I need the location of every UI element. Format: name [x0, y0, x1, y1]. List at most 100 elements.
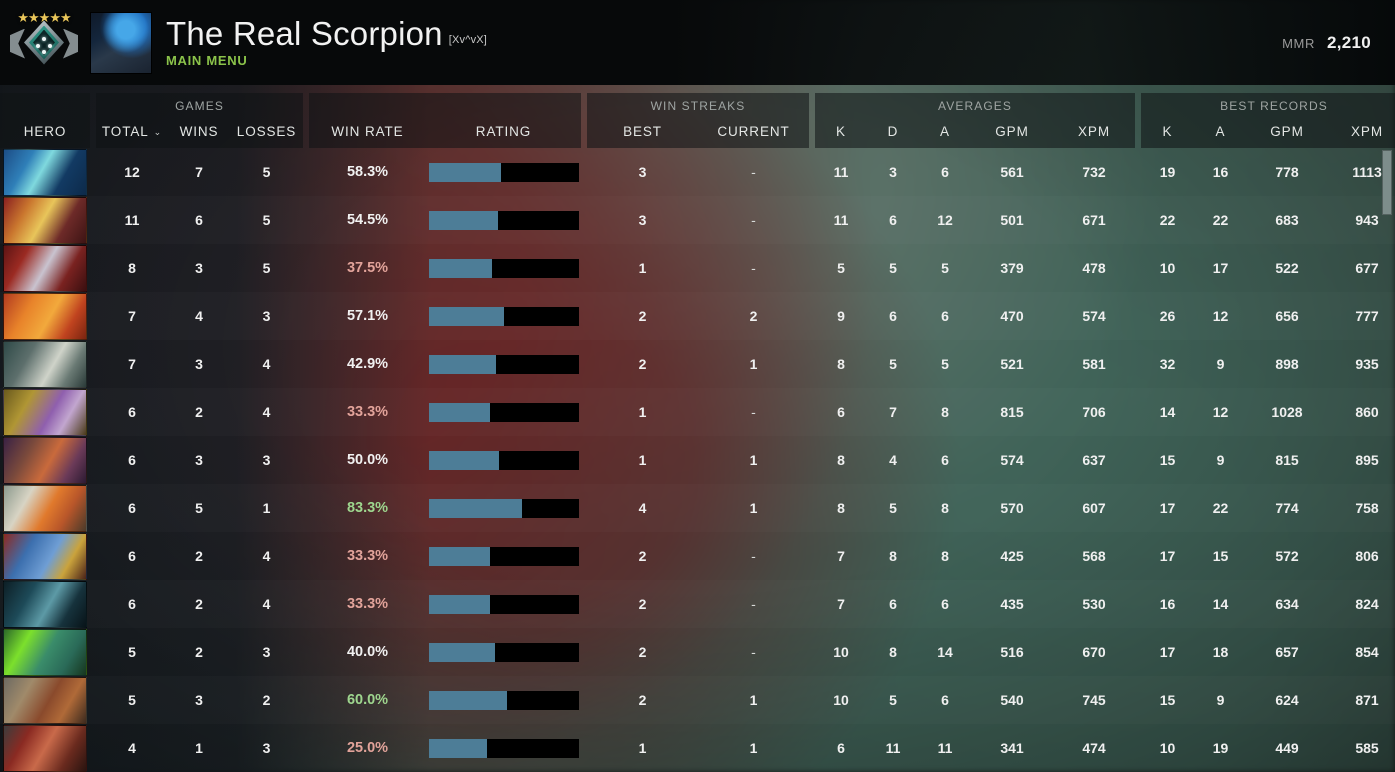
cell-best-k: 16: [1159, 596, 1176, 612]
table-row[interactable]: 12 7 5 58.3% 3-11 3 6 561 732 19 16 778 1113: [0, 148, 1395, 196]
group-title-best-records: BEST RECORDS: [1220, 99, 1328, 113]
hero-portrait-cell[interactable]: [0, 532, 90, 580]
group-title-win-streaks: WIN STREAKS: [650, 99, 746, 113]
table-row[interactable]: 6 2 4 33.3% 2-7 8 8 425 568 17 15 572 806: [0, 532, 1395, 580]
rating-bar-fill: [428, 498, 522, 518]
column-header-hero[interactable]: HERO: [0, 124, 90, 139]
rating-bar-fill: [428, 162, 501, 182]
cell-best-a: 9: [1216, 356, 1225, 372]
hero-portrait-anti-mage[interactable]: [3, 436, 87, 484]
cell-best-gpm: 656: [1275, 308, 1299, 324]
hero-portrait-cell[interactable]: [0, 388, 90, 436]
cell-total: 6: [128, 452, 136, 468]
cell-avg-k: 8: [837, 452, 845, 468]
cell-win-rate: 40.0%: [346, 644, 389, 660]
rank-pip: [48, 43, 52, 48]
hero-portrait-cell[interactable]: [0, 148, 90, 196]
table-row[interactable]: 5 2 3 40.0% 2-10 8 14 516 670 17 18 657 854: [0, 628, 1395, 676]
column-header-avg-gpm[interactable]: GPM: [971, 124, 1053, 139]
rating-bar-fill: [428, 402, 490, 422]
cell-avg-xpm: 474: [1082, 740, 1106, 756]
cell-avg-xpm: 745: [1082, 692, 1106, 708]
cell-avg-a: 14: [937, 644, 953, 660]
table-row[interactable]: 7 4 3 57.1% 2 2 9 6 6 470 574 26 12 656 777: [0, 292, 1395, 340]
hero-portrait-phantom-assassin[interactable]: [3, 580, 87, 628]
column-header-best-gpm[interactable]: GPM: [1247, 124, 1327, 139]
column-header-avg-a[interactable]: A: [919, 124, 971, 139]
hero-portrait-queen-of-pain[interactable]: [3, 244, 87, 292]
column-header-best-k[interactable]: K: [1141, 124, 1194, 139]
column-header-win-rate[interactable]: WIN RATE: [309, 124, 426, 139]
table-row[interactable]: 6 5 1 83.3% 4 1 8 5 8 570 607 17 22 774 758: [0, 484, 1395, 532]
cell-total: 6: [128, 596, 136, 612]
hero-portrait-razor[interactable]: [3, 628, 87, 676]
table-row[interactable]: 5 3 2 60.0% 2 1 10 5 6 540 745 15 9 624 871: [0, 676, 1395, 724]
hero-portrait-morphling[interactable]: [3, 148, 87, 196]
column-header-avg-k[interactable]: K: [815, 124, 867, 139]
cell-best-a: 22: [1212, 500, 1229, 516]
cell-current-streak: -: [751, 212, 756, 228]
table-row[interactable]: 8 3 5 37.5% 1-5 5 5 379 478 10 17 522 677: [0, 244, 1395, 292]
cell-losses: 4: [262, 404, 271, 420]
column-header-best-xpm[interactable]: XPM: [1327, 124, 1395, 139]
hero-portrait-cell[interactable]: [0, 244, 90, 292]
cell-avg-gpm: 516: [1000, 644, 1024, 660]
rating-bar-fill: [428, 594, 490, 614]
hero-portrait-doom[interactable]: [3, 724, 87, 772]
hero-portrait-cell[interactable]: [0, 436, 90, 484]
table-row[interactable]: 11 6 5 54.5% 3-11 6 12 501 671 22 22 683 943: [0, 196, 1395, 244]
table-row[interactable]: 7 3 4 42.9% 2 1 8 5 5 521 581 32 9 898 935: [0, 340, 1395, 388]
header-group-averages: AVERAGES K D A GPM XPM: [815, 93, 1135, 148]
scrollbar-thumb[interactable]: [1382, 150, 1392, 215]
cell-avg-xpm: 637: [1082, 452, 1106, 468]
player-identity: The Real Scorpion [Xv^vX] MAIN MENU: [166, 16, 487, 68]
column-header-total[interactable]: TOTAL ⌄: [96, 124, 168, 139]
scrollbar-track[interactable]: [1382, 150, 1392, 768]
hero-portrait-cell[interactable]: [0, 580, 90, 628]
cell-wins: 2: [195, 404, 203, 420]
hero-portrait-ogre-magi[interactable]: [3, 532, 87, 580]
table-row[interactable]: 6 2 4 33.3% 1-6 7 8 815 706 14 12 1028 860: [0, 388, 1395, 436]
hero-portrait-cell[interactable]: [0, 676, 90, 724]
column-header-best-a[interactable]: A: [1194, 124, 1247, 139]
cell-avg-gpm: 521: [1000, 356, 1024, 372]
cell-best-streak: 3: [638, 212, 647, 228]
cell-rating: [426, 210, 581, 230]
cell-avg-gpm: 570: [1000, 500, 1024, 516]
column-header-avg-d[interactable]: D: [867, 124, 919, 139]
hero-portrait-cell[interactable]: [0, 628, 90, 676]
column-header-avg-xpm[interactable]: XPM: [1053, 124, 1135, 139]
hero-portrait-cell[interactable]: [0, 484, 90, 532]
column-header-current-streak[interactable]: CURRENT: [698, 124, 809, 139]
hero-portrait-lina[interactable]: [3, 292, 87, 340]
cell-best-gpm: 898: [1275, 356, 1299, 372]
hero-portrait-cell[interactable]: [0, 724, 90, 772]
cell-avg-gpm: 561: [1000, 164, 1024, 180]
hero-portrait-lycan[interactable]: [3, 676, 87, 724]
column-header-rating[interactable]: RATING: [426, 124, 581, 139]
hero-stats-table[interactable]: 12 7 5 58.3% 3-11 3 6 561 732 19 16 778 1113 11 6 5 54.5…: [0, 148, 1395, 772]
rating-bar-track: [428, 402, 579, 422]
avatar[interactable]: [90, 11, 152, 74]
hero-portrait-cell[interactable]: [0, 292, 90, 340]
column-header-best-streak[interactable]: BEST: [587, 124, 698, 139]
hero-portrait-magnus[interactable]: [3, 340, 87, 388]
main-menu-button[interactable]: MAIN MENU: [166, 53, 487, 68]
cell-best-gpm: 774: [1275, 500, 1299, 516]
cell-avg-gpm: 501: [1000, 212, 1024, 228]
hero-portrait-juggernaut[interactable]: [3, 484, 87, 532]
column-header-losses[interactable]: LOSSES: [230, 124, 303, 139]
table-row[interactable]: 6 2 4 33.3% 2-7 6 6 435 530 16 14 634 824: [0, 580, 1395, 628]
column-header-wins[interactable]: WINS: [168, 124, 230, 139]
cell-avg-d: 5: [889, 356, 897, 372]
hero-portrait-cell[interactable]: [0, 196, 90, 244]
table-row[interactable]: 6 3 3 50.0% 1 1 8 4 6 574 637 15 9 815 895: [0, 436, 1395, 484]
cell-win-rate: 57.1%: [346, 308, 389, 324]
table-row[interactable]: 4 1 3 25.0% 1 1 6 11 11 341 474 10 19 449 585: [0, 724, 1395, 772]
cell-current-streak: -: [751, 404, 756, 420]
hero-portrait-alchemist[interactable]: [3, 388, 87, 436]
hero-portrait-cell[interactable]: [0, 340, 90, 388]
cell-avg-xpm: 607: [1082, 500, 1106, 516]
hero-portrait-legion-commander[interactable]: [3, 196, 87, 244]
cell-best-a: 15: [1212, 548, 1229, 564]
